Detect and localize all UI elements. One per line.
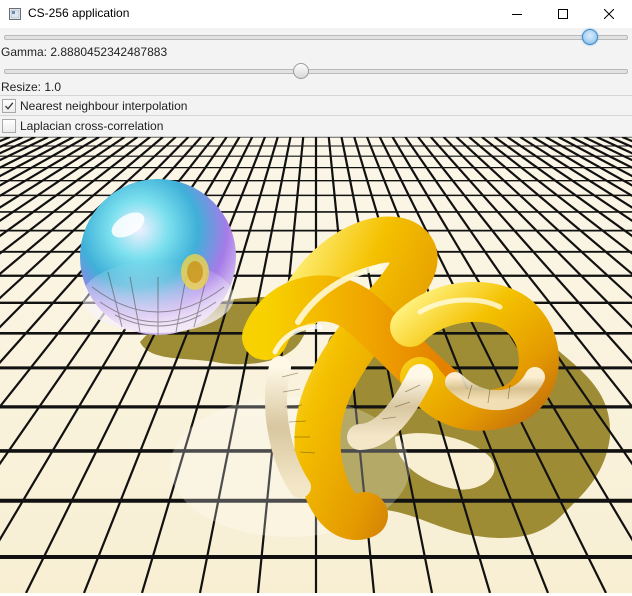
- render-canvas: [0, 137, 632, 593]
- nearest-neighbour-checkbox-row[interactable]: Nearest neighbour interpolation: [0, 95, 632, 116]
- app-icon: [9, 8, 21, 20]
- laplacian-checkbox-row[interactable]: Laplacian cross-correlation: [0, 115, 632, 136]
- maximize-icon: [558, 9, 568, 19]
- close-icon: [604, 9, 614, 19]
- title-bar[interactable]: CS-256 application: [0, 0, 632, 28]
- checkbox-unchecked[interactable]: [2, 119, 16, 133]
- close-button[interactable]: [586, 0, 632, 28]
- resize-label: Resize: 1.0: [1, 80, 62, 94]
- slider-thumb[interactable]: [292, 63, 309, 79]
- slider-track: [4, 35, 628, 40]
- checkbox-checked[interactable]: [2, 99, 16, 113]
- rendered-image: [0, 136, 632, 593]
- checkbox-label: Nearest neighbour interpolation: [20, 99, 188, 113]
- checkbox-label: Laplacian cross-correlation: [20, 119, 164, 133]
- maximize-button[interactable]: [540, 0, 586, 28]
- checkmark-icon: [5, 102, 14, 110]
- controls-panel: Gamma: 2.8880452342487883 Resize: 1.0 Ne…: [0, 28, 632, 136]
- slider-thumb[interactable]: [581, 29, 598, 45]
- gamma-label: Gamma: 2.8880452342487883: [1, 45, 168, 59]
- minimize-icon: [512, 14, 522, 15]
- minimize-button[interactable]: [494, 0, 540, 28]
- chrome-sphere: [80, 179, 236, 335]
- window-title: CS-256 application: [28, 6, 130, 20]
- top-slider[interactable]: [0, 28, 632, 46]
- slider-track: [4, 69, 628, 74]
- gamma-slider[interactable]: [0, 62, 632, 80]
